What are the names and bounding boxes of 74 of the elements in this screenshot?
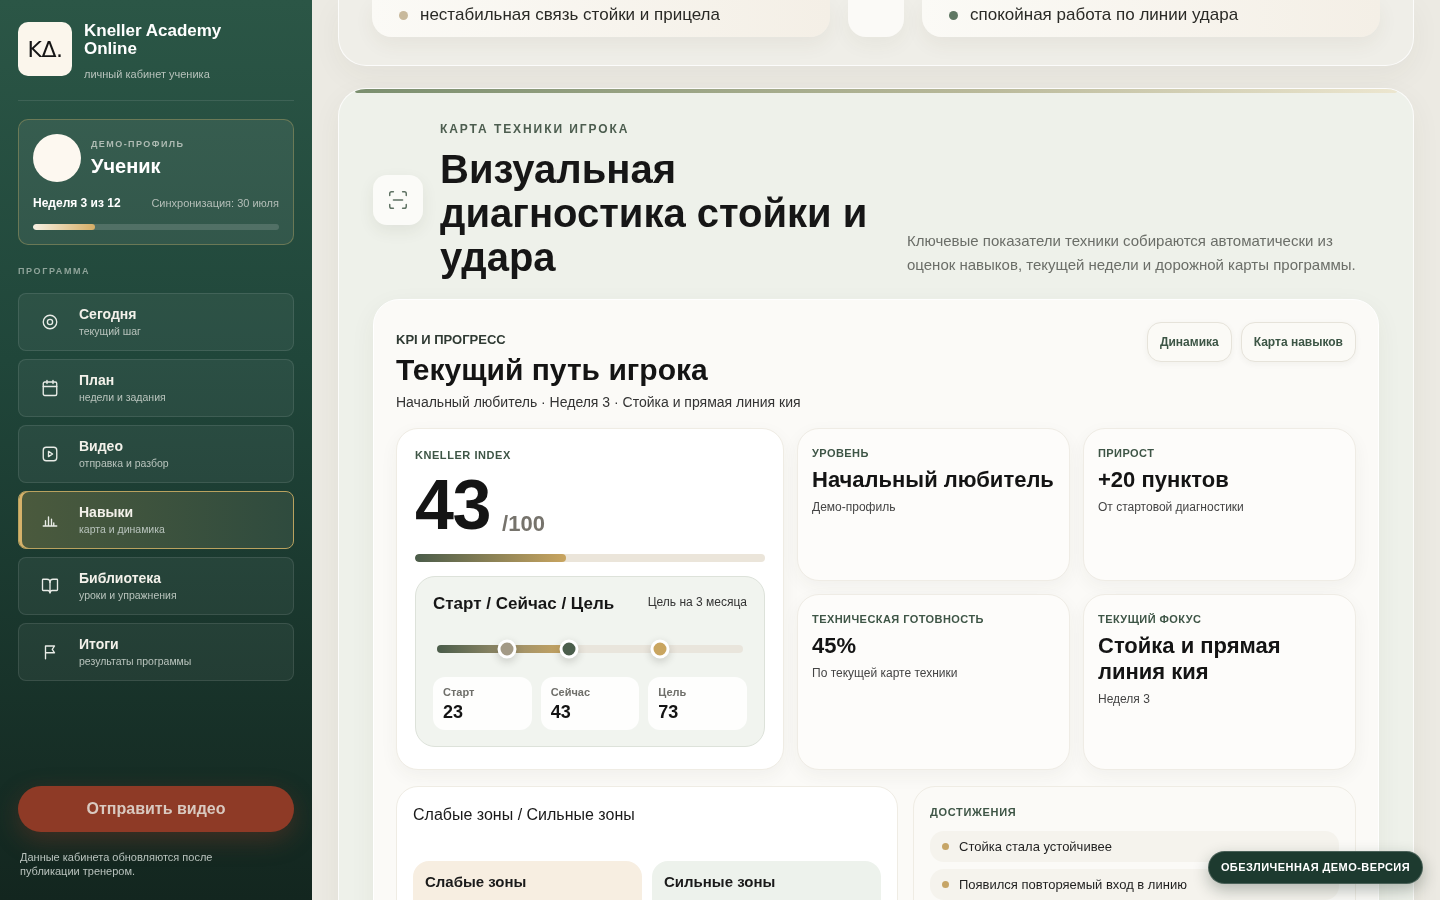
zones-title: Слабые зоны / Сильные зоны bbox=[413, 805, 636, 825]
achievement-text: Стойка стала устойчивее bbox=[959, 838, 1112, 855]
send-video-button[interactable]: Отправить видео bbox=[18, 786, 294, 832]
page-title: Визуальная диагностика стойки и удара bbox=[440, 147, 869, 279]
stat-value: 73 bbox=[658, 701, 680, 723]
nav-subtitle: уроки и упражнения bbox=[79, 589, 177, 602]
metric-label: ТЕКУЩИЙ ФОКУС bbox=[1098, 612, 1203, 626]
view-button[interactable]: Динамика bbox=[1146, 322, 1232, 362]
nav-subtitle: недели и задания bbox=[79, 391, 166, 404]
metric-value: Начальный любитель bbox=[812, 467, 1055, 493]
stat-label: Цель bbox=[658, 685, 688, 699]
nav-title: Итоги bbox=[79, 636, 120, 653]
stat-value: 43 bbox=[550, 701, 572, 723]
logo: KΔ. bbox=[18, 22, 72, 76]
footer-note: Данные кабинета обновляются после публикации тренером. bbox=[19, 850, 214, 878]
zone-tile: Слабые зоны bbox=[413, 861, 642, 900]
nav-item[interactable]: Библиотека уроки и упражнения bbox=[18, 557, 294, 615]
journey-title: Старт / Сейчас / Цель bbox=[433, 593, 615, 615]
nav-item[interactable]: Итоги результаты программы bbox=[18, 623, 294, 681]
metric-label: УРОВЕНЬ bbox=[812, 446, 870, 460]
stat-label: Старт bbox=[443, 685, 476, 699]
nav-item[interactable]: Навыки карта и динамика bbox=[18, 491, 294, 549]
brand-tagline: личный кабинет ученика bbox=[84, 67, 211, 81]
demo-badge: ОБЕЗЛИЧЕННАЯ ДЕМО-ВЕРСИЯ bbox=[1207, 851, 1423, 884]
zone-tile: Сильные зоны bbox=[652, 861, 881, 900]
kpi-title: Текущий путь игрока bbox=[396, 352, 709, 388]
section-label: ПРОГРАММА bbox=[18, 265, 92, 277]
journey-note: Цель на 3 месяца bbox=[647, 594, 747, 610]
index-max: /100 bbox=[502, 512, 545, 536]
nav-title: Библиотека bbox=[79, 570, 163, 587]
avatar bbox=[33, 134, 81, 182]
scan-icon bbox=[373, 175, 423, 225]
nav-subtitle: текущий шаг bbox=[79, 325, 141, 338]
metric-label: ПРИРОСТ bbox=[1098, 446, 1156, 460]
metric-value: 45% bbox=[812, 633, 858, 659]
nav-subtitle: результаты программы bbox=[79, 655, 192, 668]
section-eyebrow: КАРТА ТЕХНИКИ ИГРОКА bbox=[440, 121, 631, 137]
nav-title: План bbox=[79, 372, 116, 389]
nav-title: Видео bbox=[79, 438, 124, 455]
kpi-eyebrow: KPI И ПРОГРЕСС bbox=[396, 332, 507, 348]
nav-title: Сегодня bbox=[79, 306, 138, 323]
metric-note: Демо-профиль bbox=[812, 499, 897, 515]
week-label: Неделя 3 из 12 bbox=[33, 195, 121, 212]
stat-value: 23 bbox=[443, 701, 465, 723]
book-icon bbox=[41, 577, 59, 595]
nav-subtitle: отправка и разбор bbox=[79, 457, 169, 470]
kpi-subtitle: Начальный любитель · Неделя 3 · Стойка и прямая линия кия bbox=[396, 393, 801, 412]
note-text: нестабильная связь стойки и прицела bbox=[420, 5, 720, 25]
play-icon bbox=[41, 445, 59, 463]
sync-label: Синхронизация: 30 июля bbox=[151, 195, 279, 211]
index-value: 43 bbox=[415, 472, 491, 538]
nav-item[interactable]: Видео отправка и разбор bbox=[18, 425, 294, 483]
achievements-label: ДОСТИЖЕНИЯ bbox=[930, 805, 1018, 819]
achievement-text: Появился повторяемый вход в линию bbox=[959, 876, 1187, 893]
metric-value: Стойка и прямая линия кия bbox=[1098, 633, 1282, 685]
metric-value: +20 пунктов bbox=[1098, 467, 1230, 493]
metric-label: ТЕХНИЧЕСКАЯ ГОТОВНОСТЬ bbox=[812, 612, 985, 626]
target-icon bbox=[41, 313, 59, 331]
profile-eyebrow: ДЕМО-ПРОФИЛЬ bbox=[91, 138, 185, 150]
metric-note: Неделя 3 bbox=[1098, 691, 1151, 707]
nav-item[interactable]: Сегодня текущий шаг bbox=[18, 293, 294, 351]
metric-note: По текущей карте техники bbox=[812, 665, 959, 681]
nav-item[interactable]: План недели и задания bbox=[18, 359, 294, 417]
stat-label: Сейчас bbox=[550, 685, 592, 699]
index-label: KNELLER INDEX bbox=[415, 448, 512, 462]
metric-note: От стартовой диагностики bbox=[1098, 499, 1245, 515]
note-text: спокойная работа по линии удара bbox=[970, 5, 1239, 25]
nav-title: Навыки bbox=[79, 504, 135, 521]
profile-name: Ученик bbox=[91, 154, 162, 178]
section-description: Ключевые показатели техники собираются автоматически из оценок навыков, текущей недели и дорожной карты программы. bbox=[907, 231, 1357, 275]
brand-name: Kneller Academy Online bbox=[84, 22, 223, 58]
calendar-icon bbox=[41, 379, 59, 397]
view-button[interactable]: Карта навыков bbox=[1240, 322, 1356, 362]
nav-subtitle: карта и динамика bbox=[79, 523, 165, 536]
